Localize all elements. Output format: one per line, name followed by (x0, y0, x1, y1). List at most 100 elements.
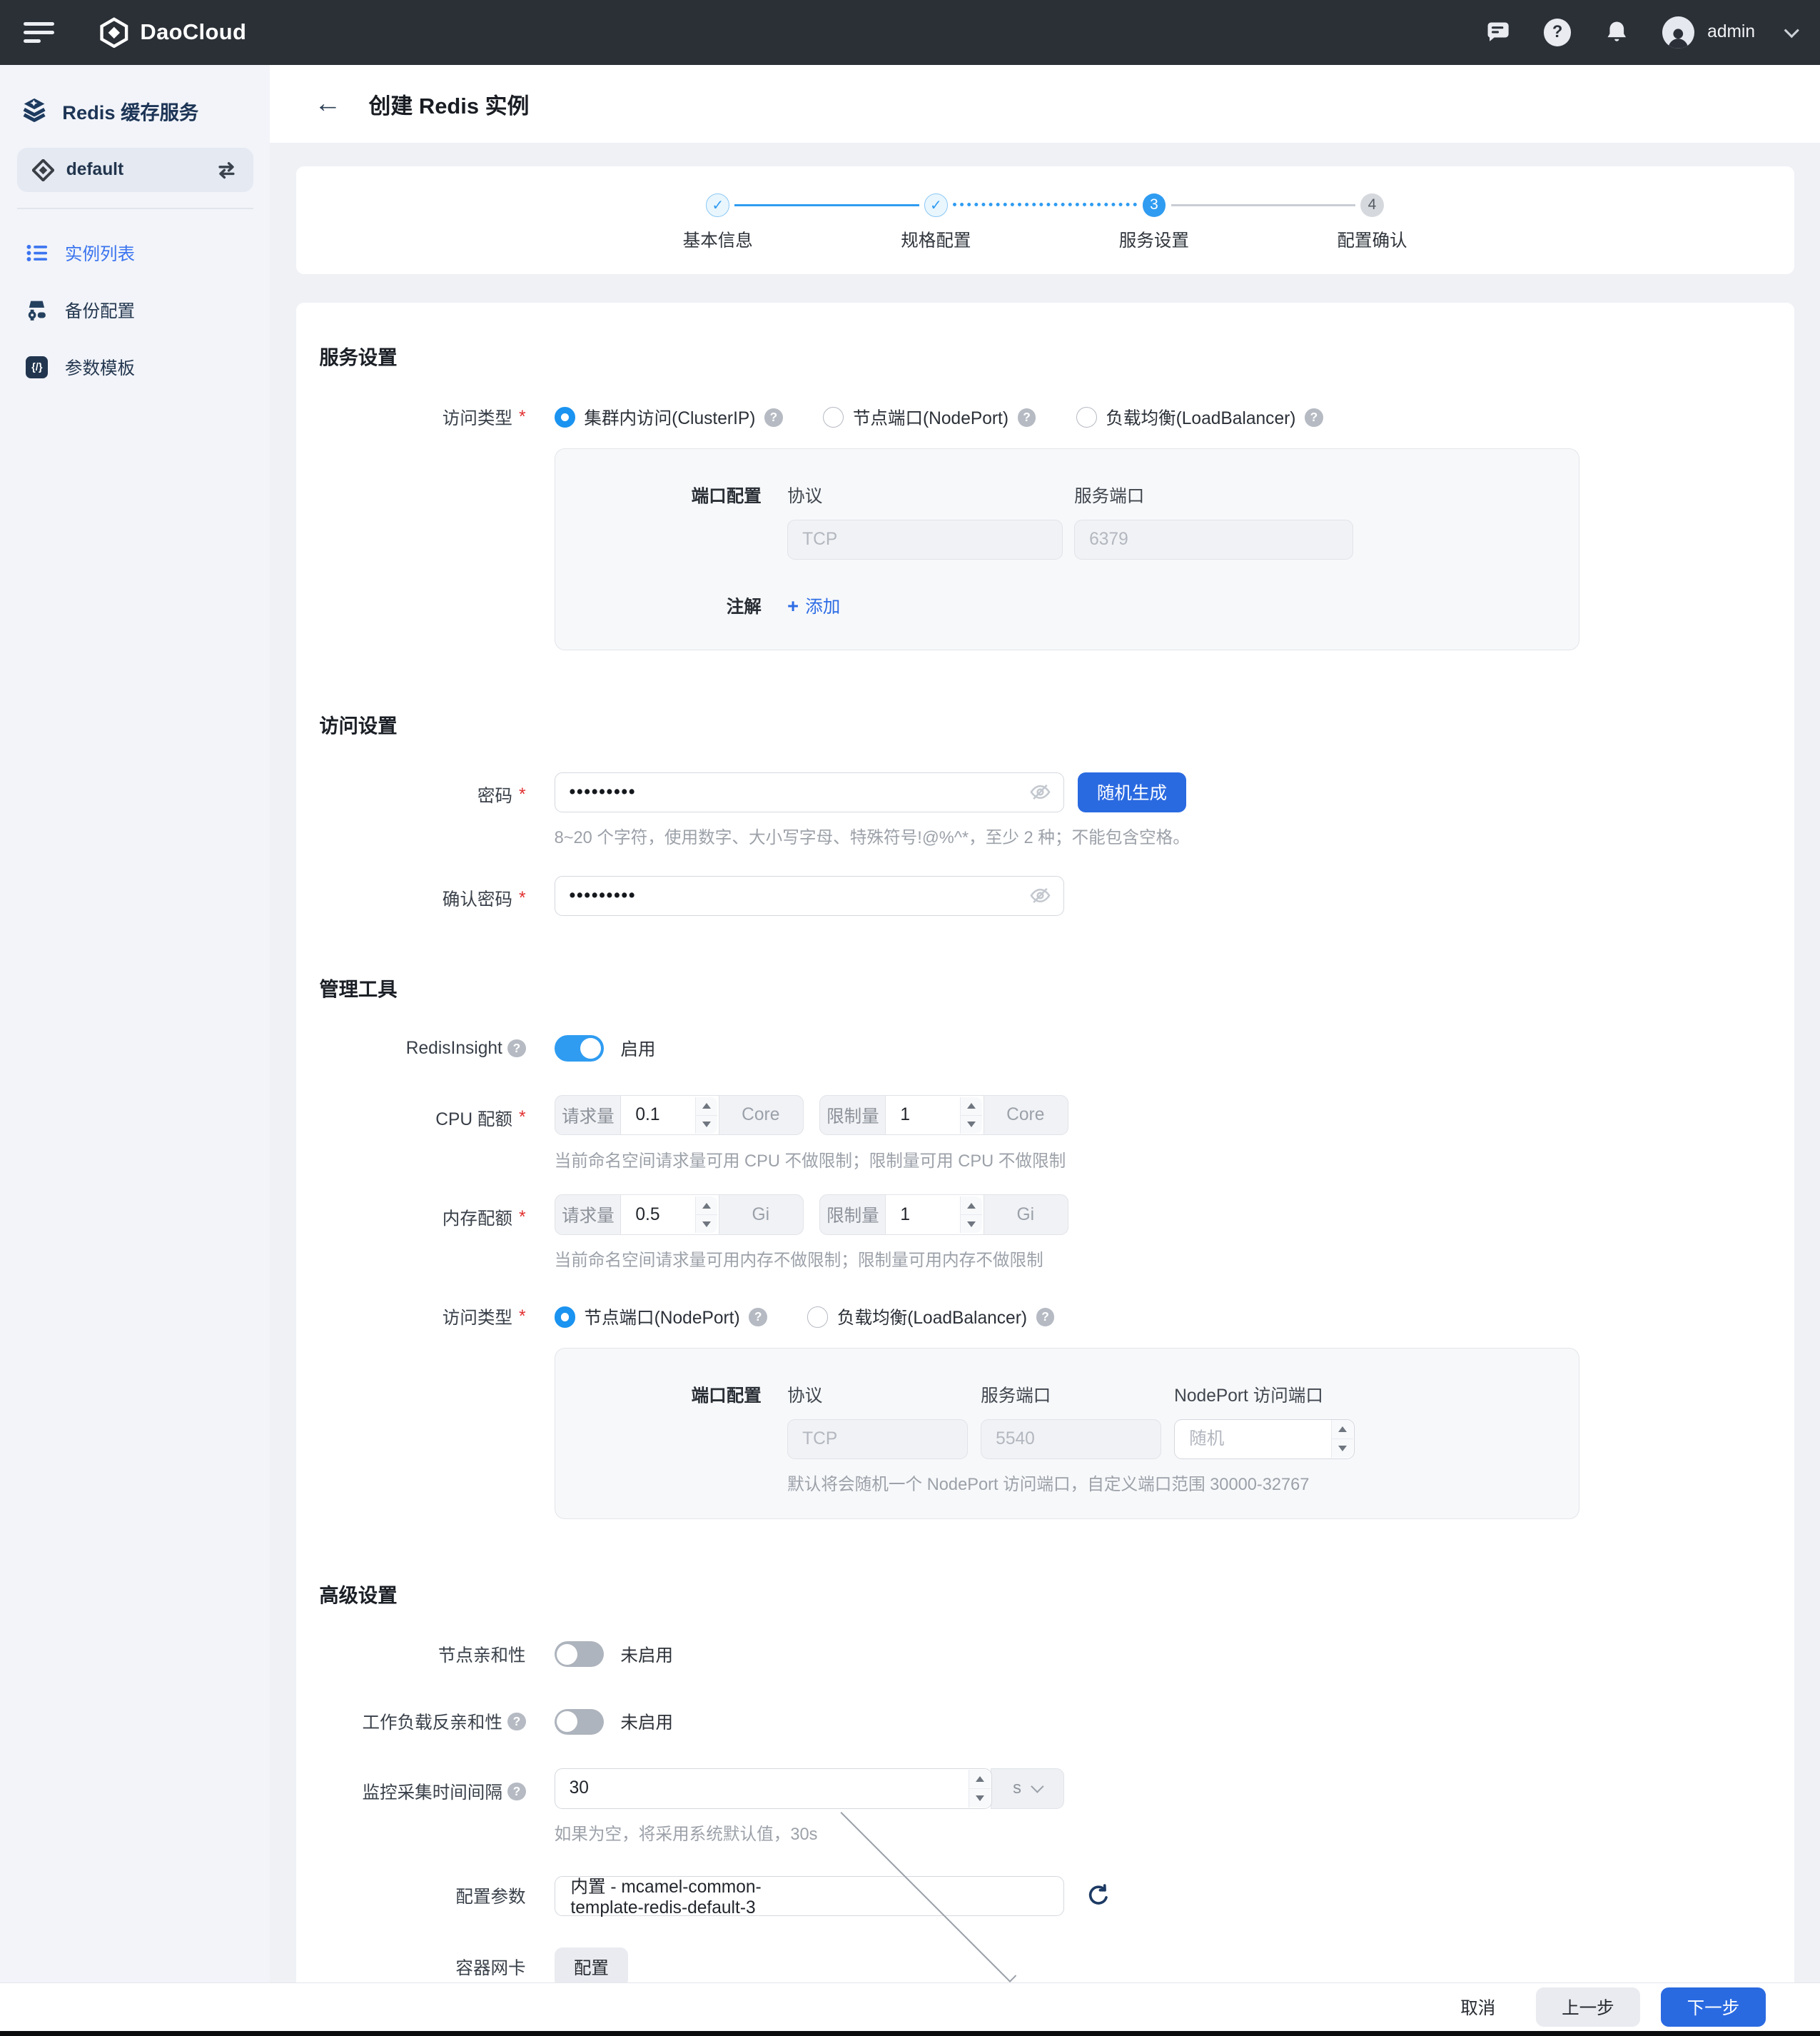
config-params-select[interactable]: 内置 - mcamel-common-template-redis-defaul… (555, 1876, 1065, 1916)
refresh-templates-icon[interactable] (1086, 1883, 1111, 1908)
back-arrow-icon[interactable]: ← (314, 90, 341, 117)
protocol-input[interactable] (787, 1419, 968, 1459)
spinner-down[interactable] (1332, 1439, 1353, 1458)
cpu-request-group: 请求量 Core (555, 1095, 804, 1135)
spinner-down[interactable] (969, 1789, 991, 1808)
brand[interactable]: DaoCloud (98, 17, 246, 49)
spinner-up[interactable] (961, 1196, 982, 1215)
annotation-label: 注解 (555, 593, 762, 618)
access-type-radios: 集群内访问(ClusterIP) ? 节点端口(NodePort) ? 负载均衡… (555, 405, 1323, 430)
password-input[interactable] (555, 772, 1065, 812)
radio-button[interactable] (807, 1306, 828, 1327)
radio-clusterip[interactable]: 集群内访问(ClusterIP) ? (555, 405, 783, 430)
page-header: ← 创建 Redis 实例 (270, 65, 1820, 143)
access-type-label: 访问类型* (296, 405, 555, 430)
sidebar-divider (17, 208, 253, 209)
password-row: 密码* (296, 772, 1794, 849)
sidebar-item-instance-list[interactable]: 实例列表 (0, 225, 270, 282)
notifications-bell-icon[interactable] (1602, 18, 1631, 46)
workload-anti-affinity-toggle[interactable] (555, 1709, 604, 1735)
random-generate-button[interactable]: 随机生成 (1078, 772, 1187, 812)
radio-loadbalancer[interactable]: 负载均衡(LoadBalancer) ? (807, 1304, 1054, 1329)
spinner-down[interactable] (961, 1116, 982, 1134)
next-step-button[interactable]: 下一步 (1661, 1987, 1765, 2027)
service-port-input[interactable] (1074, 520, 1353, 560)
protocol-label: 协议 (787, 483, 1063, 508)
namespace-selector[interactable]: default (17, 148, 253, 192)
nodeport-field: NodePort 访问端口 (1174, 1382, 1355, 1459)
cpu-quota-label: CPU 配额* (296, 1095, 555, 1131)
protocol-input[interactable] (787, 520, 1063, 560)
section-title-advanced: 高级设置 (296, 1519, 1794, 1608)
confirm-password-input[interactable] (555, 876, 1065, 916)
help-icon[interactable]: ? (507, 1039, 525, 1057)
spinner-down[interactable] (696, 1215, 717, 1233)
spinner-down[interactable] (696, 1116, 717, 1134)
help-icon[interactable]: ? (764, 408, 782, 426)
help-icon[interactable]: ? (1018, 408, 1036, 426)
namespace-diamond-icon (32, 159, 54, 181)
messages-icon[interactable] (1484, 18, 1512, 46)
config-params-label: 配置参数 (296, 1883, 555, 1908)
help-icon[interactable]: ? (507, 1783, 525, 1800)
sidebar-service-title: Redis 缓存服务 (62, 96, 198, 125)
workload-anti-affinity-state: 未启用 (620, 1709, 673, 1734)
cpu-request-field (620, 1095, 719, 1135)
monitor-interval-row: 监控采集时间间隔 ? s (296, 1768, 1794, 1845)
protocol-label: 协议 (787, 1382, 968, 1407)
eye-slash-icon[interactable] (1029, 885, 1051, 907)
monitor-interval-field (555, 1768, 992, 1808)
help-icon[interactable]: ? (507, 1713, 525, 1730)
list-icon (26, 242, 48, 264)
user-avatar[interactable] (1662, 16, 1694, 49)
help-icon[interactable]: ? (1036, 1308, 1054, 1326)
radio-nodeport[interactable]: 节点端口(NodePort) ? (823, 405, 1036, 430)
number-spinner (960, 1196, 982, 1233)
step-connector-3 (1171, 204, 1355, 207)
hamburger-menu-icon[interactable] (24, 22, 55, 43)
username[interactable]: admin (1707, 22, 1755, 42)
service-port-label: 服务端口 (981, 1382, 1161, 1407)
memory-quota-row: 内存配额* 请求量 Gi (296, 1194, 1794, 1271)
sidebar-item-label: 备份配置 (65, 298, 135, 323)
radio-loadbalancer[interactable]: 负载均衡(LoadBalancer) ? (1076, 405, 1323, 430)
number-spinner (695, 1097, 717, 1134)
spinner-up[interactable] (696, 1097, 717, 1116)
eye-slash-icon[interactable] (1029, 781, 1051, 803)
sidebar-item-parameter-templates[interactable]: {/} 参数模板 (0, 339, 270, 396)
redisinsight-row: RedisInsight ? 启用 (296, 1035, 1794, 1061)
radio-button[interactable] (555, 1306, 575, 1327)
container-nic-config-button[interactable]: 配置 (555, 1947, 629, 1983)
switch-namespace-icon[interactable] (216, 161, 238, 180)
chevron-down-icon[interactable] (1784, 23, 1799, 38)
help-icon[interactable]: ? (749, 1308, 767, 1326)
spinner-up[interactable] (1332, 1420, 1353, 1439)
memory-quota-label: 内存配额* (296, 1194, 555, 1230)
radio-button[interactable] (823, 407, 844, 428)
spinner-up[interactable] (969, 1770, 991, 1789)
service-port-label: 服务端口 (1074, 483, 1353, 508)
step-2-label: 规格配置 (858, 227, 1013, 252)
radio-nodeport[interactable]: 节点端口(NodePort) ? (555, 1304, 767, 1329)
nodeport-hint: 默认将会随机一个 NodePort 访问端口，自定义端口范围 30000-327… (787, 1471, 1355, 1495)
confirm-password-row: 确认密码* (296, 876, 1794, 916)
sidebar-item-backup-config[interactable]: 备份配置 (0, 282, 270, 339)
spinner-up[interactable] (961, 1097, 982, 1116)
redisinsight-toggle[interactable] (555, 1035, 604, 1061)
spinner-down[interactable] (961, 1215, 982, 1233)
help-icon[interactable]: ? (1544, 19, 1571, 46)
monitor-interval-input[interactable] (555, 1768, 992, 1808)
cancel-button[interactable]: 取消 (1441, 1987, 1515, 2027)
radio-button[interactable] (1076, 407, 1097, 428)
radio-button[interactable] (555, 407, 575, 428)
service-port-input[interactable] (981, 1419, 1161, 1459)
monitor-unit-select[interactable]: s (991, 1768, 1065, 1808)
container-nic-row: 容器网卡 配置 (296, 1947, 1794, 1983)
nodeport-input[interactable] (1174, 1419, 1355, 1459)
node-affinity-toggle[interactable] (555, 1641, 604, 1667)
previous-step-button[interactable]: 上一步 (1536, 1987, 1640, 2027)
spinner-up[interactable] (696, 1196, 717, 1215)
add-annotation-link[interactable]: + 添加 (787, 593, 840, 618)
help-icon[interactable]: ? (1305, 408, 1323, 426)
app-root: DaoCloud ? (0, 0, 1820, 2036)
